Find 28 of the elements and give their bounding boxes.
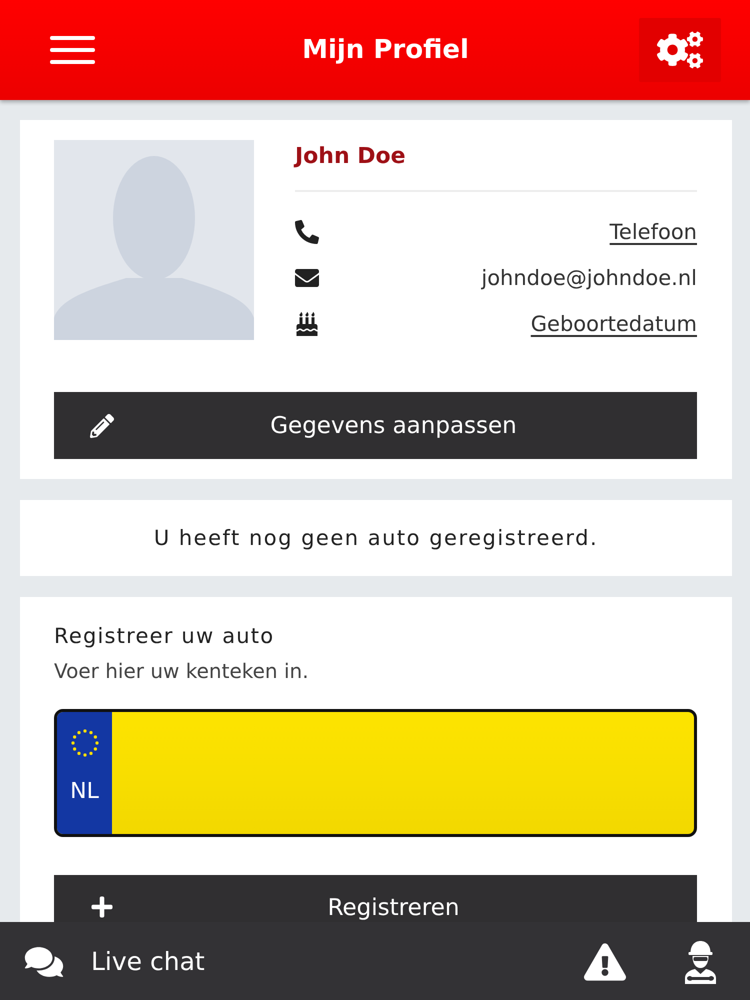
menu-icon <box>50 36 95 64</box>
cake-icon <box>295 312 319 336</box>
notice-text: U heeft nog geen auto geregistreerd. <box>154 526 598 550</box>
settings-icon <box>657 30 703 70</box>
contact-text: johndoe@johndoe.nl <box>481 266 697 290</box>
phone-icon <box>295 220 319 244</box>
mechanic-icon <box>684 940 717 984</box>
envelope-icon <box>295 266 319 290</box>
page-title: Mijn Profiel <box>302 35 469 65</box>
menu-button[interactable] <box>50 36 95 64</box>
edit-details-button[interactable]: Gegevens aanpassen <box>54 392 697 459</box>
warning-button[interactable] <box>584 942 626 980</box>
mechanic-button[interactable] <box>684 940 717 984</box>
warning-icon <box>584 942 626 980</box>
live-chat-button[interactable]: Live chat <box>24 944 205 978</box>
register-title: Registreer uw auto <box>54 624 276 648</box>
profile-name: John Doe <box>295 143 406 171</box>
license-plate-field[interactable]: NL <box>54 709 697 837</box>
register-subtitle: Voer hier uw kenteken in. <box>54 659 310 683</box>
contact-link[interactable]: Telefoon <box>610 220 697 244</box>
eu-stars-icon <box>70 729 98 757</box>
plus-icon <box>90 895 114 919</box>
country-code: NL <box>70 779 99 804</box>
chat-icon <box>24 944 64 978</box>
contact-link[interactable]: Geboortedatum <box>530 312 697 336</box>
pencil-icon <box>90 414 114 438</box>
register-button[interactable]: Registreren <box>54 875 697 922</box>
settings-button[interactable] <box>639 18 721 82</box>
